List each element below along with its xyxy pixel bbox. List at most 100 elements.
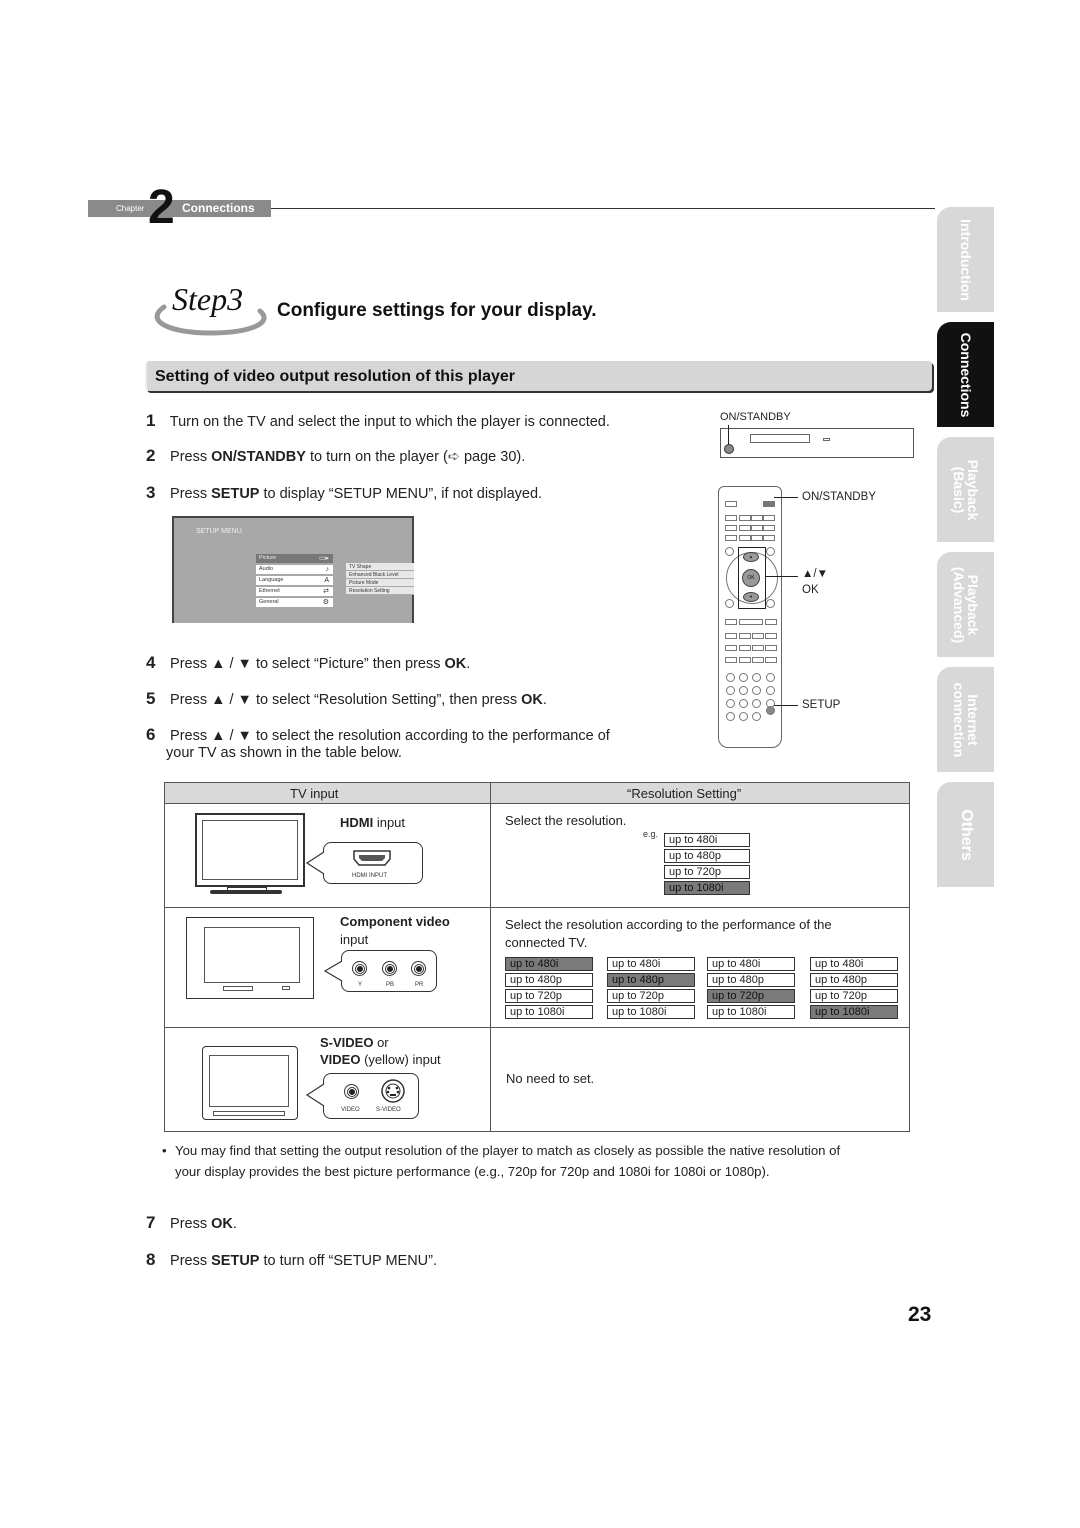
remote-button: [739, 712, 748, 721]
table-header-resolution-setting: “Resolution Setting”: [627, 786, 742, 801]
step-text: Press: [170, 486, 212, 502]
step-title: Configure settings for your display.: [277, 300, 597, 321]
callout-line: [774, 705, 798, 706]
submenu-item: TV Shape: [346, 563, 414, 571]
remote-button: [763, 515, 775, 521]
resolution-option-selected: up to 480i: [505, 957, 593, 971]
remote-button: [751, 535, 763, 541]
remote-button: [726, 673, 735, 682]
remote-button: [739, 686, 748, 695]
table-divider: [490, 783, 491, 1131]
remote-button: [752, 699, 761, 708]
jack-label: PR: [415, 982, 424, 988]
instruction-step-3: 3 Press SETUP to display “SETUP MENU”, i…: [146, 483, 542, 503]
callout-ok: OK: [802, 584, 819, 596]
note-text-line1: You may find that setting the output res…: [175, 1143, 841, 1158]
remote-button: [763, 535, 775, 541]
page-reference[interactable]: page 30).: [460, 449, 525, 465]
ethernet-icon: ⇄: [323, 588, 329, 595]
section-heading: Setting of video output resolution of th…: [145, 361, 932, 391]
resolution-option: up to 1080i: [707, 1005, 795, 1019]
side-tab-playback-basic[interactable]: Playback (Basic): [937, 437, 994, 542]
page-number: 23: [908, 1303, 932, 1326]
remote-button: [752, 657, 764, 663]
remote-button: [752, 712, 761, 721]
svideo-jack-icon: [381, 1079, 405, 1103]
flat-tv-illustration: [195, 813, 305, 887]
input-type-component-suffix: input: [340, 932, 369, 947]
remote-control: [718, 486, 782, 748]
callout-pointer-icon: [323, 960, 343, 982]
side-tab-playback-advanced[interactable]: Playback (Advanced): [937, 552, 994, 657]
side-tab-introduction[interactable]: Introduction: [937, 207, 994, 312]
resolution-option: up to 720p: [607, 989, 695, 1003]
remote-button: [725, 619, 737, 625]
side-tab-connections[interactable]: Connections: [937, 322, 994, 427]
step-text: Press: [170, 449, 212, 465]
resolution-option-selected: up to 1080i: [810, 1005, 898, 1019]
remote-button: [763, 525, 775, 531]
remote-button: [752, 645, 764, 651]
resolution-option: up to 1080i: [505, 1005, 593, 1019]
resolution-option: up to 480i: [810, 957, 898, 971]
page-reference-icon: ➪: [447, 449, 460, 465]
svideo-description: No need to set.: [506, 1071, 595, 1086]
remote-button: [766, 547, 775, 556]
step-text: Turn on the TV and select the input to w…: [169, 414, 610, 430]
dpad-highlight-box: [738, 547, 766, 609]
remote-button: [739, 699, 748, 708]
key-name: OK: [444, 656, 467, 672]
step-number: 3: [146, 483, 156, 502]
remote-button: [739, 619, 763, 625]
input-name: Component video: [340, 914, 450, 929]
remote-button: [725, 633, 737, 639]
example-label: e.g.: [643, 829, 659, 839]
submenu-item: Enhanced Black Level: [346, 571, 414, 579]
table-header-row: [165, 783, 909, 804]
step-text: Press ▲ / ▼ to select the resolution acc…: [170, 728, 610, 744]
setup-menu-item-language: Language A: [256, 576, 333, 585]
step-number: 2: [146, 446, 156, 465]
side-tab-label: Playback (Advanced): [950, 566, 981, 643]
input-suffix: input: [373, 815, 406, 830]
resolution-option: up to 480p: [810, 973, 898, 987]
component-pr-jack-icon: [411, 961, 426, 976]
instruction-step-6-cont: your TV as shown in the table below.: [166, 745, 402, 761]
key-name: ON/STANDBY: [211, 449, 306, 465]
remote-button: [725, 515, 737, 521]
audio-icon: ♪: [325, 566, 330, 573]
setup-menu-item-general: General ⚙: [256, 598, 333, 607]
setup-menu-title: SETUP MENU: [196, 528, 242, 535]
video-jack-icon: [344, 1084, 359, 1099]
menu-item-label: Language: [259, 577, 284, 583]
resolution-option: up to 1080i: [607, 1005, 695, 1019]
chapter-label: Chapter: [116, 204, 145, 213]
step-text: .: [542, 692, 547, 708]
player-front-panel: [720, 428, 914, 458]
input-type-component: Component video: [340, 914, 450, 929]
resolution-option: up to 720p: [810, 989, 898, 1003]
step-number: 4: [146, 653, 156, 672]
remote-button: [725, 599, 734, 608]
component-y-jack-icon: [352, 961, 367, 976]
side-tab-label: Playback (Basic): [950, 459, 981, 520]
step-text: to turn off “SETUP MENU”.: [259, 1253, 438, 1269]
chapter-title: Connections: [182, 201, 255, 215]
component-description-cont: connected TV.: [505, 935, 588, 950]
crt-tv-illustration: [186, 917, 314, 999]
instruction-step-1: 1 Turn on the TV and select the input to…: [146, 411, 610, 431]
remote-button: [725, 535, 737, 541]
remote-button: [765, 645, 777, 651]
disc-tray: [750, 434, 810, 443]
step-label: Step3: [172, 281, 244, 317]
side-tab-internet-connection[interactable]: Internet connection: [937, 667, 994, 772]
instruction-step-8: 8 Press SETUP to turn off “SETUP MENU”.: [146, 1250, 437, 1270]
remote-button: [726, 712, 735, 721]
resolution-option: up to 480i: [664, 833, 750, 847]
side-tab-others[interactable]: Others: [937, 782, 994, 887]
step-text: .: [466, 656, 471, 672]
component-pb-jack-icon: [382, 961, 397, 976]
input-suffix: (yellow) input: [360, 1052, 441, 1067]
resolution-option: up to 480p: [505, 973, 593, 987]
remote-button: [765, 633, 777, 639]
